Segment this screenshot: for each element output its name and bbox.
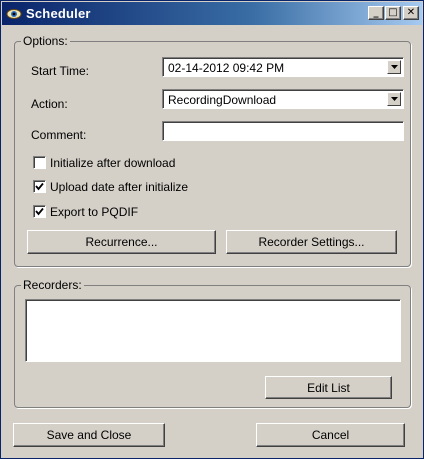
recurrence-button-label: Recurrence...	[85, 235, 158, 249]
chevron-down-icon	[391, 97, 398, 101]
checkmark-icon	[35, 182, 44, 191]
minimize-button[interactable]: _	[368, 6, 384, 20]
maximize-icon: □	[388, 7, 398, 18]
initialize-after-download-checkbox[interactable]	[33, 156, 46, 169]
save-and-close-button-label: Save and Close	[46, 428, 132, 442]
scheduler-eye-icon	[6, 6, 22, 22]
cancel-button-label: Cancel	[311, 428, 350, 442]
action-label: Action:	[31, 97, 68, 111]
window-title: Scheduler	[26, 6, 91, 21]
export-pqdif-label: Export to PQDIF	[50, 205, 139, 219]
options-group-label: Options:	[21, 34, 70, 48]
recurrence-button[interactable]: Recurrence...	[27, 230, 216, 254]
minimize-icon: _	[373, 7, 379, 18]
scheduler-window: Scheduler _ □ ✕ Options: Start Time: 02-…	[0, 0, 424, 459]
action-dropdown-button[interactable]	[387, 92, 401, 106]
action-dropdown[interactable]: RecordingDownload	[162, 89, 404, 109]
checkmark-icon	[35, 207, 44, 216]
upload-date-checkbox[interactable]	[33, 180, 46, 193]
comment-field[interactable]	[162, 121, 404, 141]
initialize-after-download-label: Initialize after download	[50, 156, 176, 170]
chevron-down-icon	[391, 65, 398, 69]
export-pqdif-checkbox[interactable]	[33, 205, 46, 218]
title-bar[interactable]: Scheduler _ □ ✕	[2, 2, 422, 25]
close-button[interactable]: ✕	[403, 6, 419, 20]
start-time-label: Start Time:	[31, 64, 90, 78]
recorder-settings-button[interactable]: Recorder Settings...	[226, 230, 397, 254]
upload-date-label: Upload date after initialize	[50, 180, 189, 194]
recorders-group-label: Recorders:	[21, 278, 84, 292]
recorder-settings-button-label: Recorder Settings...	[258, 235, 365, 249]
edit-list-button[interactable]: Edit List	[265, 376, 392, 399]
start-time-dropdown-button[interactable]	[387, 60, 401, 74]
start-time-value: 02-14-2012 09:42 PM	[168, 61, 285, 75]
save-and-close-button[interactable]: Save and Close	[13, 423, 165, 447]
maximize-button[interactable]: □	[385, 6, 401, 20]
close-icon: ✕	[406, 7, 416, 18]
edit-list-button-label: Edit List	[307, 381, 350, 395]
cancel-button[interactable]: Cancel	[256, 423, 405, 447]
action-value: RecordingDownload	[168, 93, 277, 107]
comment-label: Comment:	[31, 128, 87, 142]
start-time-dropdown[interactable]: 02-14-2012 09:42 PM	[162, 57, 404, 77]
recorders-list[interactable]	[25, 299, 401, 362]
